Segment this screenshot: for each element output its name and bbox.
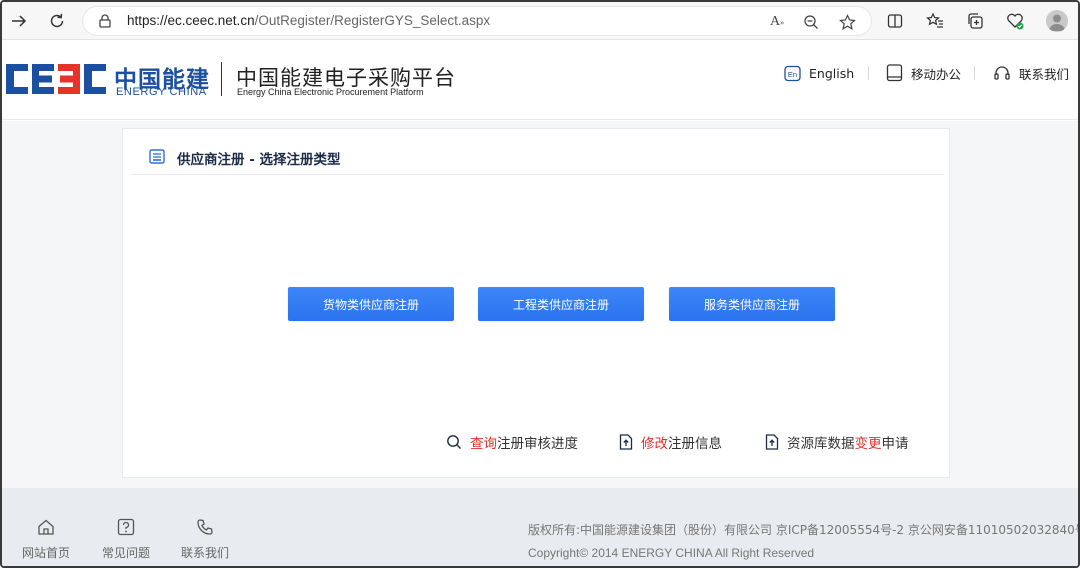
registration-panel: 供应商注册 - 选择注册类型 货物类供应商注册 工程类供应商注册 服务类供应商注… [122,128,950,478]
query-review-progress-link[interactable]: 查询 注册审核进度 [446,431,578,453]
read-aloud-icon[interactable]: A» [767,12,787,32]
footer-home-label: 网站首页 [21,546,70,560]
forward-arrow-icon[interactable] [8,10,30,32]
footer-contact-label: 联系我们 [180,546,229,560]
en-badge-text: En [788,70,797,79]
profile-avatar-icon[interactable] [1046,10,1068,32]
refresh-icon[interactable] [46,10,68,32]
tablet-icon [886,64,903,82]
modify-link-text: 注册信息 [668,436,722,452]
panel-title: 供应商注册 - 选择注册类型 [177,152,341,168]
resource-link-text-pre: 资源库数据 [787,436,855,452]
url-text[interactable]: https://ec.ceec.net.cn/OutRegister/Regis… [127,13,490,28]
language-en-icon: En [784,65,801,81]
header-separator [974,66,975,80]
service-supplier-register-button[interactable]: 服务类供应商注册 [669,287,835,321]
favorite-star-icon[interactable] [837,12,857,32]
phone-icon [197,519,213,535]
logo-divider [221,62,222,96]
lock-icon[interactable] [97,13,113,29]
query-link-highlight: 查询 [470,436,497,452]
footer-faq-link[interactable]: 常见问题 [96,518,156,561]
resource-link-text-post: 申请 [881,436,909,452]
favorites-icon[interactable] [924,10,946,32]
mobile-office-label: 移动办公 [911,66,962,82]
panel-header: 供应商注册 - 选择注册类型 [131,137,943,175]
browser-toolbar: https://ec.ceec.net.cn/OutRegister/Regis… [2,2,1078,40]
copyright-english: Copyright© 2014 ENERGY CHINA All Right R… [528,546,815,560]
collections-icon[interactable] [964,10,986,32]
header-separator [868,66,869,80]
question-icon [117,518,135,536]
address-bar[interactable]: https://ec.ceec.net.cn/OutRegister/Regis… [82,6,872,36]
logo-en-text: ENERGY CHINA [116,86,207,98]
document-upload-icon [619,434,633,450]
contact-us-label: 联系我们 [1019,66,1070,82]
mobile-office-link[interactable]: 移动办公 [886,62,961,84]
resource-link-highlight: 变更 [854,436,882,452]
zoom-out-icon[interactable] [801,12,821,32]
goods-supplier-register-button[interactable]: 货物类供应商注册 [288,287,454,321]
site-header: 中国能建 ENERGY CHINA 中国能建电子采购平台 Energy Chin… [2,40,1078,120]
url-path: /OutRegister/RegisterGYS_Select.aspx [254,13,491,28]
modify-registration-link[interactable]: 修改 注册信息 [619,431,722,453]
document-upload-icon [765,434,779,450]
read-aloud-label: A [769,14,781,29]
registration-panel-body: 供应商注册 - 选择注册类型 货物类供应商注册 工程类供应商注册 服务类供应商注… [131,137,943,469]
site-footer: 网站首页 常见问题 联系我们 版权所有:中国能源建设集团（股份）有限公司 京IC… [2,488,1080,566]
engineering-supplier-register-button[interactable]: 工程类供应商注册 [478,287,644,321]
split-screen-icon[interactable] [884,10,906,32]
platform-subtitle: Energy China Electronic Procurement Plat… [237,87,424,97]
modify-link-highlight: 修改 [641,436,668,452]
copyright-text: 版权所有:中国能源建设集团（股份）有限公司 京ICP备12005554号-2 京… [528,523,1080,537]
english-link[interactable]: En English [784,62,854,84]
footer-faq-label: 常见问题 [101,546,150,560]
browser-window: https://ec.ceec.net.cn/OutRegister/Regis… [0,0,1080,568]
url-host: https://ec.ceec.net.cn [127,13,255,28]
query-link-text: 注册审核进度 [497,436,578,452]
form-icon [149,149,165,164]
footer-contact-link[interactable]: 联系我们 [175,518,235,561]
english-label: English [809,65,855,81]
search-icon [447,435,461,449]
footer-home-link[interactable]: 网站首页 [16,518,76,561]
contact-us-link[interactable]: 联系我们 [993,62,1069,84]
ceec-logo-icon[interactable] [6,62,108,96]
browser-essentials-icon[interactable] [1004,10,1026,32]
headset-icon [994,66,1010,80]
home-icon [38,519,54,535]
resource-data-change-link[interactable]: 资源库数据 变更 申请 [765,431,909,453]
